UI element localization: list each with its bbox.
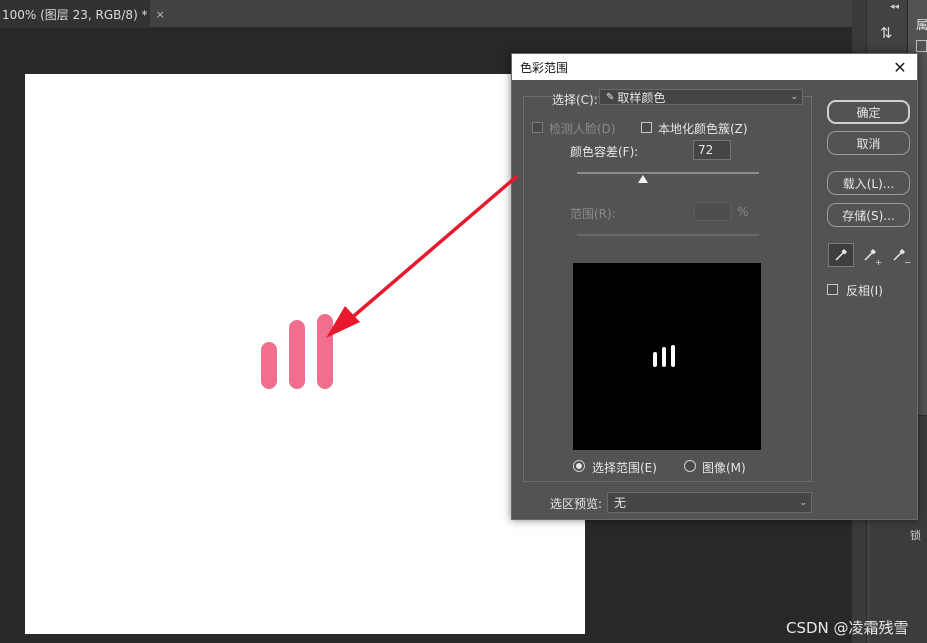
document-tab-strip: 100% (图层 23, RGB/8) * ×: [0, 0, 870, 28]
range-label: 范围(R):: [570, 207, 616, 221]
selection-preview: [573, 263, 761, 450]
chevron-down-icon: ⌄: [790, 92, 798, 102]
chevron-down-icon: ⌄: [799, 497, 807, 508]
invert-checkbox[interactable]: [827, 284, 838, 295]
radio-image-label: 图像(M): [702, 461, 746, 475]
panel-frame-icon: [916, 40, 927, 52]
lock-label: 锁: [910, 529, 921, 542]
ok-button[interactable]: 确定: [827, 100, 910, 124]
dialog-title: 色彩范围: [520, 60, 569, 75]
selection-preview-value: 无: [614, 496, 627, 510]
range-slider-track[interactable]: [577, 234, 759, 236]
eyedropper-plus-icon[interactable]: +: [857, 243, 883, 267]
save-button[interactable]: 存储(S)...: [827, 203, 910, 227]
preview-bar-tall: [671, 345, 675, 367]
cancel-button[interactable]: 取消: [827, 131, 910, 155]
fuzziness-slider-thumb[interactable]: [637, 175, 648, 183]
radio-selection[interactable]: [573, 460, 585, 472]
localized-clusters-label: 本地化颜色簇(Z): [658, 122, 748, 136]
signal-bar-short: [261, 342, 277, 389]
color-range-dialog: 色彩范围 ✕ 选择(C): ✎ 取样颜色 ⌄ 检测人脸(D) 本地化颜色簇(Z)…: [511, 53, 918, 520]
select-dropdown[interactable]: ✎ 取样颜色 ⌄: [599, 89, 803, 105]
fuzziness-label: 颜色容差(F):: [570, 145, 639, 159]
watermark: CSDN @凌霜残雪: [786, 619, 909, 637]
select-value: 取样颜色: [617, 90, 666, 105]
dock-collapse-icon[interactable]: ◂◂: [890, 2, 899, 12]
invert-label: 反相(I): [846, 284, 883, 298]
signal-bar-medium: [289, 320, 305, 389]
dialog-titlebar: 色彩范围 ✕: [512, 54, 917, 80]
document-tab-close-icon[interactable]: ×: [156, 8, 165, 21]
preview-bar-medium: [662, 347, 666, 367]
range-unit: %: [737, 205, 749, 219]
eyedropper-minus-icon[interactable]: −: [886, 243, 912, 267]
preview-bar-short: [653, 352, 657, 367]
fuzziness-slider-track[interactable]: [577, 172, 759, 174]
detect-faces-label: 检测人脸(D): [549, 122, 616, 136]
history-panel-icon[interactable]: ⇅: [880, 24, 893, 42]
fuzziness-input[interactable]: 72: [693, 140, 731, 160]
eyedropper-icon[interactable]: [828, 243, 854, 267]
localized-clusters-checkbox[interactable]: [641, 122, 652, 133]
minus-sign: −: [904, 258, 911, 267]
selection-preview-dropdown[interactable]: 无 ⌄: [607, 492, 812, 513]
radio-selection-label: 选择范围(E): [592, 461, 657, 475]
radio-image[interactable]: [684, 460, 696, 472]
document-canvas[interactable]: [25, 74, 585, 634]
selection-preview-label: 选区预览:: [550, 497, 603, 511]
select-label: 选择(C):: [552, 93, 598, 107]
document-tab-title: 100% (图层 23, RGB/8) *: [2, 7, 148, 22]
detect-faces-checkbox[interactable]: [532, 122, 543, 133]
properties-panel-tab[interactable]: 属: [916, 16, 927, 33]
plus-sign: +: [875, 258, 882, 267]
document-tab[interactable]: 100% (图层 23, RGB/8) * ×: [0, 0, 165, 28]
range-input[interactable]: [694, 202, 731, 221]
eyedropper-small-icon: ✎: [606, 91, 615, 103]
dialog-close-icon[interactable]: ✕: [889, 56, 911, 78]
signal-bar-tall: [317, 314, 333, 389]
load-button[interactable]: 载入(L)...: [827, 171, 910, 195]
